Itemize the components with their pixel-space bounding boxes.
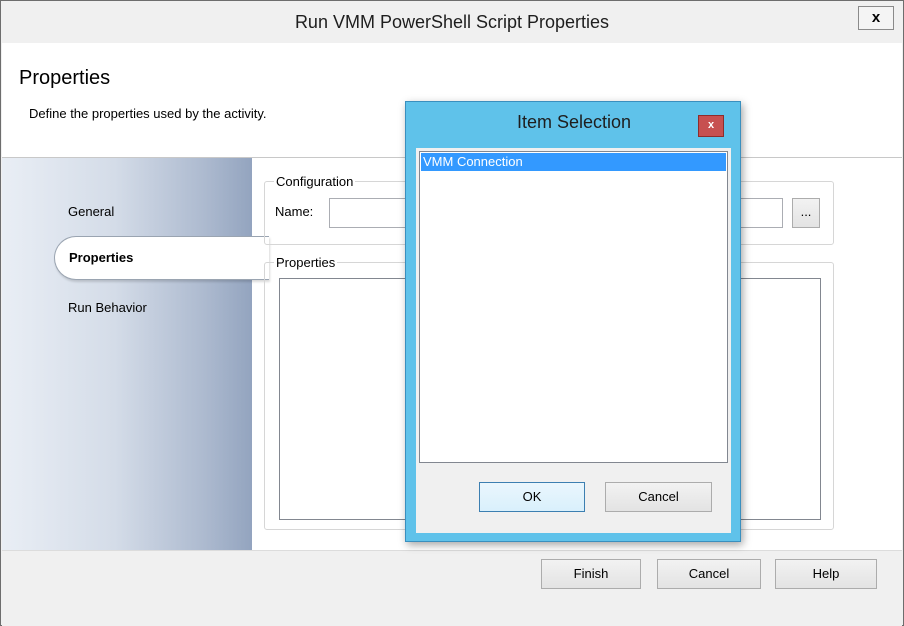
footer-bar: Finish Cancel Help — [2, 550, 902, 626]
item-selection-dialog: Item Selection x VMM Connection OK Cance… — [405, 101, 741, 542]
name-label: Name: — [275, 204, 314, 219]
dialog-cancel-button[interactable]: Cancel — [605, 482, 712, 512]
dialog-body: VMM Connection OK Cancel — [416, 148, 731, 533]
properties-group-label: Properties — [274, 255, 338, 270]
dialog-title: Item Selection — [516, 112, 632, 132]
sidebar-item-general[interactable]: General — [68, 204, 114, 219]
configuration-group-label: Configuration — [274, 174, 356, 189]
page-description: Define the properties used by the activi… — [29, 106, 267, 121]
sidebar-item-properties[interactable]: Properties — [54, 236, 269, 280]
help-button[interactable]: Help — [775, 559, 877, 589]
window-title: Run VMM PowerShell Script Properties — [1, 1, 903, 43]
item-listbox[interactable]: VMM Connection — [419, 151, 728, 463]
cancel-button[interactable]: Cancel — [657, 559, 761, 589]
sidebar: General Run Behavior — [2, 158, 252, 550]
page-title: Properties — [19, 67, 111, 89]
browse-button[interactable]: ... — [792, 198, 820, 228]
sidebar-item-properties-label: Properties — [69, 250, 134, 265]
dialog-ok-button[interactable]: OK — [479, 482, 585, 512]
sidebar-item-run-behavior[interactable]: Run Behavior — [68, 300, 147, 315]
finish-button[interactable]: Finish — [541, 559, 641, 589]
list-item-vmm-connection[interactable]: VMM Connection — [421, 153, 726, 171]
dialog-close-button[interactable]: x — [698, 115, 724, 137]
window-close-button[interactable]: x — [858, 6, 894, 30]
